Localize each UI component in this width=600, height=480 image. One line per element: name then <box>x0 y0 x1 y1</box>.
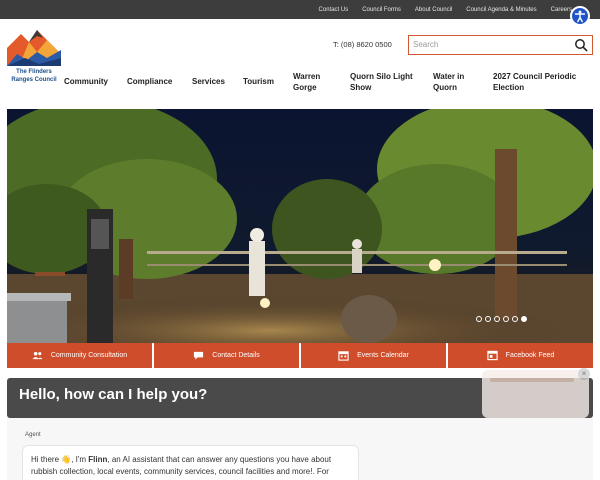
accessibility-icon <box>574 10 586 23</box>
community-consultation-button[interactable]: Community Consultation <box>7 343 152 368</box>
logo-text: The Flinders Ranges Council <box>11 69 57 83</box>
nav-council-election[interactable]: 2027 Council Periodic Election <box>493 72 589 93</box>
search-box <box>408 35 593 55</box>
quick-links: Community Consultation Contact Details E… <box>7 343 593 368</box>
careers-link[interactable]: Careers <box>551 7 572 13</box>
nav-water-in-quorn[interactable]: Water in Quorn <box>433 72 477 93</box>
phone-number[interactable]: T: (08) 8620 0500 <box>333 40 392 49</box>
council-logo[interactable]: The Flinders Ranges Council <box>7 28 61 88</box>
utility-bar: Contact Us Council Forms About Council C… <box>0 0 600 19</box>
council-forms-link[interactable]: Council Forms <box>362 7 401 13</box>
contact-us-link[interactable]: Contact Us <box>319 7 349 13</box>
contact-details-button[interactable]: Contact Details <box>154 343 299 368</box>
search-input[interactable] <box>409 36 569 53</box>
agent-name: Flinn <box>88 455 108 464</box>
slider-dot-3[interactable] <box>494 316 500 322</box>
chat-heading: Hello, how can I help you? <box>19 386 208 403</box>
nav-quorn-silo-light-show[interactable]: Quorn Silo Light Show <box>350 72 422 93</box>
nav-warren-gorge[interactable]: Warren Gorge <box>293 72 333 93</box>
nav-tourism[interactable]: Tourism <box>243 77 274 88</box>
search-icon[interactable] <box>574 38 588 52</box>
slider-dot-6-active[interactable] <box>521 316 527 322</box>
calendar-icon <box>338 351 349 361</box>
slider-dot-2[interactable] <box>485 316 491 322</box>
chat-popup-preview[interactable]: × <box>482 368 590 418</box>
nav-community[interactable]: Community <box>64 77 108 88</box>
people-icon <box>32 351 43 360</box>
events-calendar-button[interactable]: Events Calendar <box>301 343 446 368</box>
nav-services[interactable]: Services <box>192 77 225 88</box>
page: Contact Us Council Forms About Council C… <box>0 0 600 480</box>
slider-dots <box>476 316 527 322</box>
chat-body: Agent Hi there 👋, I'm Flinn, an AI assis… <box>7 418 593 480</box>
agent-message: Hi there 👋, I'm Flinn, an AI assistant t… <box>22 445 359 480</box>
logo-mark <box>7 28 61 66</box>
slider-dot-4[interactable] <box>503 316 509 322</box>
slider-dot-5[interactable] <box>512 316 518 322</box>
accessibility-button[interactable] <box>570 6 590 26</box>
feed-icon <box>487 350 498 361</box>
agenda-minutes-link[interactable]: Council Agenda & Minutes <box>466 7 536 13</box>
hero-slider[interactable] <box>7 109 593 343</box>
hero-image <box>7 109 593 343</box>
facebook-feed-button[interactable]: Facebook Feed <box>448 343 593 368</box>
nav-compliance[interactable]: Compliance <box>127 77 172 88</box>
close-icon[interactable]: × <box>578 368 590 380</box>
about-council-link[interactable]: About Council <box>415 7 452 13</box>
chat-bubble-icon <box>194 351 204 360</box>
popup-preview-text <box>490 378 574 382</box>
agent-label: Agent <box>25 432 41 438</box>
slider-dot-1[interactable] <box>476 316 482 322</box>
